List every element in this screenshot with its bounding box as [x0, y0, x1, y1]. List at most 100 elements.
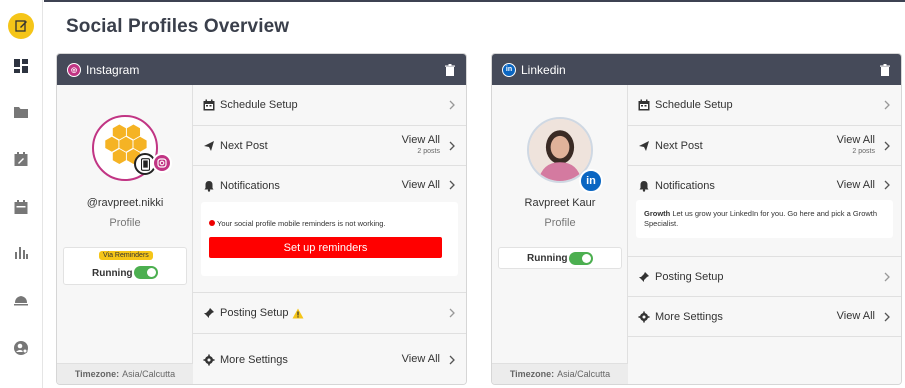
send-icon	[639, 140, 649, 151]
account-nav-button[interactable]	[8, 335, 34, 361]
dashboard-nav-button[interactable]	[8, 53, 34, 79]
trash-icon[interactable]	[444, 63, 456, 76]
next-post-row[interactable]: Next Post View All 2 posts	[628, 126, 901, 166]
cloud-icon	[14, 296, 28, 306]
bell-icon	[639, 181, 649, 192]
running-toggle[interactable]	[569, 252, 593, 265]
pin-icon	[639, 271, 649, 282]
schedule-setup-row[interactable]: Schedule Setup	[628, 85, 901, 126]
posting-setup-label: Posting Setup	[655, 270, 724, 283]
linkedin-badge-icon: in	[579, 169, 603, 193]
edit-icon	[15, 20, 27, 32]
next-post-label: Next Post	[220, 139, 268, 152]
status-label: Running	[92, 268, 133, 279]
chevron-right-icon	[884, 141, 890, 150]
next-post-view-all[interactable]: View All 2 posts	[837, 134, 875, 157]
timezone-label: Timezone:	[509, 369, 555, 379]
analytics-icon	[15, 247, 28, 259]
top-border	[44, 0, 905, 2]
chevron-right-icon	[449, 180, 455, 190]
schedule-setup-row[interactable]: Schedule Setup	[193, 85, 466, 126]
profile-label: Profile	[544, 217, 576, 229]
chevron-right-icon	[449, 100, 455, 110]
status-box: Via Reminders Running	[63, 247, 187, 285]
next-post-label: Next Post	[655, 139, 703, 152]
growth-notice: Growth Let us grow your LinkedIn for you…	[644, 209, 885, 229]
status-label: Running	[527, 253, 568, 264]
planner-nav-button[interactable]	[8, 146, 34, 172]
chevron-right-icon	[884, 272, 890, 281]
calendar-icon	[14, 200, 28, 214]
next-post-row[interactable]: Next Post View All 2 posts	[193, 126, 466, 166]
library-nav-button[interactable]	[8, 99, 34, 125]
view-all-link[interactable]: View All	[837, 134, 875, 146]
timezone-value: Asia/Calcutta	[122, 369, 176, 379]
network-name: Linkedin	[521, 62, 566, 77]
schedule-setup-label: Schedule Setup	[655, 99, 733, 111]
timezone-value: Asia/Calcutta	[557, 369, 611, 379]
calendar-icon	[203, 99, 215, 111]
calendar-nav-button[interactable]	[8, 194, 34, 220]
warning-icon	[292, 308, 303, 318]
network-name: Instagram	[86, 62, 140, 77]
timezone-bar: Timezone: Asia/Calcutta	[57, 363, 193, 384]
error-dot-icon	[209, 220, 215, 226]
more-settings-row[interactable]: More Settings View All	[628, 297, 901, 337]
calendar-edit-icon	[14, 152, 28, 166]
posting-setup-row[interactable]: Posting Setup	[628, 257, 901, 297]
send-icon	[204, 140, 214, 151]
growth-title: Growth	[644, 209, 671, 218]
gear-icon	[203, 354, 215, 365]
chevron-right-icon	[449, 141, 455, 150]
instagram-icon: ◎	[67, 62, 81, 77]
running-toggle[interactable]	[134, 266, 158, 279]
more-settings-view-all[interactable]: View All	[402, 354, 440, 365]
set-up-reminders-button[interactable]: Set up reminders	[209, 237, 442, 258]
more-settings-label: More Settings	[655, 310, 723, 323]
profile-handle: @ravpreet.nikki	[86, 197, 164, 209]
linkedin-icon: in	[502, 62, 516, 77]
sidebar	[0, 0, 43, 388]
more-settings-row[interactable]: More Settings View All	[193, 334, 466, 384]
trash-icon[interactable]	[879, 63, 891, 76]
settings-panel: Schedule Setup Next Post View All 2 post…	[193, 85, 466, 384]
user-settings-icon	[14, 341, 28, 355]
more-settings-view-all[interactable]: View All	[837, 311, 875, 322]
gear-icon	[638, 311, 650, 322]
notification-message: Your social profile mobile reminders is …	[217, 219, 386, 228]
view-all-link[interactable]: View All	[402, 134, 440, 146]
notifications-label: Notifications	[220, 180, 280, 192]
chevron-right-icon	[884, 312, 890, 321]
notification-alert-box: Your social profile mobile reminders is …	[201, 202, 458, 276]
card-header: ◎ Instagram	[57, 54, 466, 85]
profile-summary: in Ravpreet Kaur Profile Running Timezon…	[492, 85, 628, 384]
notifications-view-all[interactable]: View All	[402, 180, 440, 191]
publish-nav-button[interactable]	[8, 286, 34, 312]
compose-nav-button[interactable]	[8, 13, 34, 39]
bell-icon	[204, 181, 214, 192]
growth-notice-box[interactable]: Growth Let us grow your LinkedIn for you…	[636, 200, 893, 238]
analytics-nav-button[interactable]	[8, 239, 34, 265]
card-header: in Linkedin	[492, 54, 901, 85]
notifications-label: Notifications	[655, 180, 715, 192]
instagram-badge-icon	[152, 153, 172, 173]
calendar-icon	[638, 99, 650, 111]
posting-setup-row[interactable]: Posting Setup	[193, 293, 466, 334]
schedule-setup-label: Schedule Setup	[220, 99, 298, 111]
notifications-view-all[interactable]: View All	[837, 180, 875, 191]
status-box: Running	[498, 247, 622, 269]
timezone-bar: Timezone: Asia/Calcutta	[492, 363, 628, 384]
post-count: 2 posts	[852, 147, 875, 155]
notifications-row: Notifications View All Your social profi…	[193, 166, 466, 293]
profile-summary: @ravpreet.nikki Profile Via Reminders Ru…	[57, 85, 193, 384]
growth-message: Let us grow your LinkedIn for you. Go he…	[644, 209, 878, 228]
notifications-row: Notifications View All Growth Let us gro…	[628, 166, 901, 257]
profile-label: Profile	[109, 217, 141, 229]
folder-icon	[14, 107, 28, 118]
chevron-right-icon	[884, 180, 890, 190]
timezone-label: Timezone:	[74, 369, 120, 379]
chevron-right-icon	[449, 355, 455, 364]
page-title: Social Profiles Overview	[66, 16, 290, 37]
next-post-view-all[interactable]: View All 2 posts	[402, 134, 440, 157]
dashboard-icon	[14, 59, 28, 73]
